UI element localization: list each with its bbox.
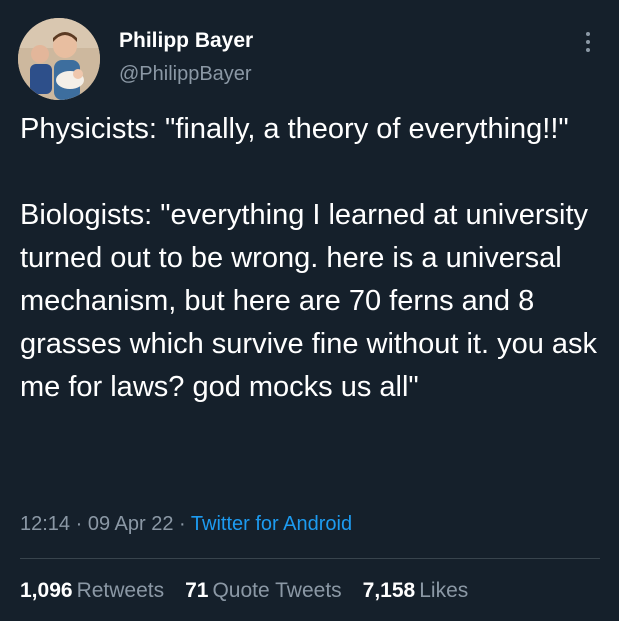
retweets-label: Retweets <box>76 579 165 602</box>
likes-label: Likes <box>419 579 469 602</box>
author-name[interactable]: Philipp Bayer <box>119 29 253 53</box>
meta-separator: · <box>179 513 186 535</box>
tweet-date[interactable]: 09 Apr 22 <box>88 513 174 535</box>
quote-tweets-stat[interactable]: 71 Quote Tweets <box>185 579 342 603</box>
tweet-time[interactable]: 12:14 <box>20 513 70 535</box>
tweet-card: Philipp Bayer @PhilippBayer Physicists: … <box>0 0 619 621</box>
avatar-photo <box>18 18 100 100</box>
tweet-text: Physicists: "finally, a theory of everyt… <box>20 113 598 403</box>
likes-count: 7,158 <box>362 579 416 602</box>
tweet-source-link[interactable]: Twitter for Android <box>191 513 352 535</box>
likes-stat[interactable]: 7,158 Likes <box>363 579 469 603</box>
divider <box>20 558 600 559</box>
avatar[interactable] <box>18 18 100 100</box>
quote-tweets-label: Quote Tweets <box>212 579 342 602</box>
dot <box>586 48 590 52</box>
more-options-icon[interactable] <box>578 24 598 60</box>
dot <box>586 32 590 36</box>
dot <box>586 40 590 44</box>
retweets-count: 1,096 <box>20 579 73 602</box>
tweet-meta: 12:14 · 09 Apr 22 · Twitter for Android <box>20 513 352 536</box>
quote-tweets-count: 71 <box>185 579 209 602</box>
meta-separator: · <box>75 513 83 535</box>
retweets-stat[interactable]: 1,096 Retweets <box>20 579 164 603</box>
author-handle[interactable]: @PhilippBayer <box>119 63 252 86</box>
tweet-stats: 1,096 Retweets 71 Quote Tweets 7,158 Likes <box>20 579 468 603</box>
